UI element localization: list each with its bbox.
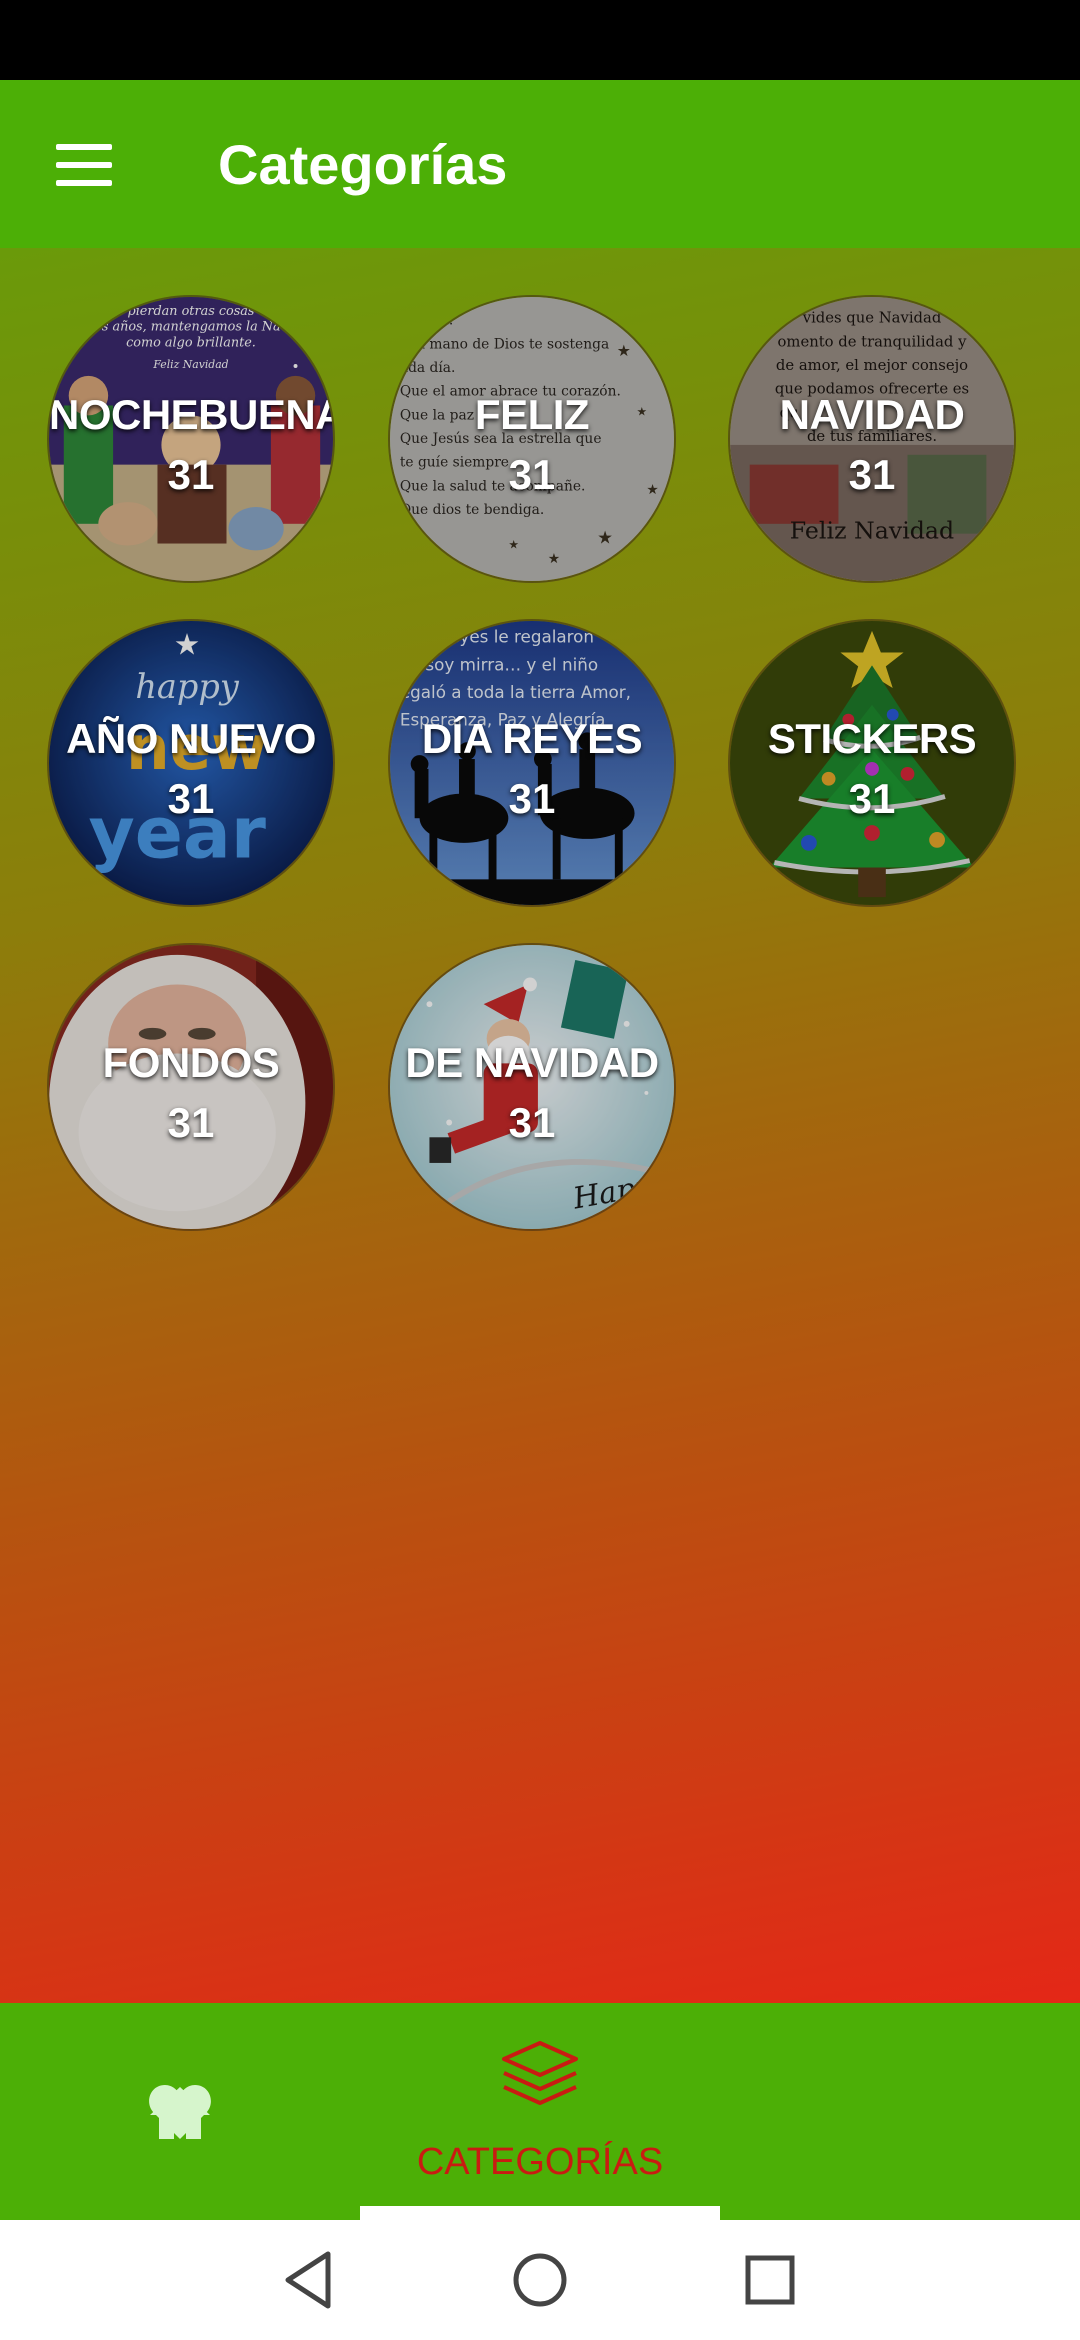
category-nochebuena[interactable]: pierdan otras cosas os años, mantengamos…	[47, 295, 335, 583]
category-stickers[interactable]: STICKERS 31	[728, 619, 1016, 907]
category-label: NOCHEBUENA	[49, 391, 335, 438]
back-icon[interactable]	[270, 2240, 350, 2320]
home-circle-icon[interactable]	[500, 2240, 580, 2320]
categories-grid: pierdan otras cosas os años, mantengamos…	[0, 248, 1080, 2003]
category-feliz[interactable]: ra ti: e la mano de Dios te sostenga ada…	[388, 295, 676, 583]
recent-apps-icon[interactable]	[730, 2240, 810, 2320]
category-fondos[interactable]: FONDOS 31	[47, 943, 335, 1231]
status-bar	[0, 0, 1080, 80]
category-count: 31	[848, 451, 896, 498]
category-count: 31	[508, 775, 556, 822]
category-label: NAVIDAD	[779, 391, 965, 438]
category-count: 31	[848, 775, 896, 822]
category-de-navidad[interactable]: Happy DE NAVIDAD 31	[388, 943, 676, 1231]
heart-icon	[149, 2085, 211, 2139]
layers-icon	[502, 2041, 578, 2105]
category-label: DÍA REYES	[421, 715, 643, 762]
category-label: FONDOS	[102, 1039, 280, 1086]
hamburger-menu-icon[interactable]	[40, 130, 130, 200]
nav-categorias-label: CATEGORÍAS	[416, 2141, 664, 2183]
category-count: 31	[167, 775, 215, 822]
app-bar: Categorías	[0, 80, 1080, 248]
category-label: DE NAVIDAD	[405, 1039, 659, 1086]
category-count: 31	[508, 451, 556, 498]
bottom-navigation: CATEGORÍAS	[0, 2003, 1080, 2220]
category-label: AÑO NUEVO	[66, 715, 316, 762]
category-ano-nuevo[interactable]: ★ happy new year AÑO NUEVO 31	[47, 619, 335, 907]
category-count: 31	[508, 1099, 556, 1146]
nav-categorias[interactable]: CATEGORÍAS	[360, 2003, 720, 2220]
category-label: FELIZ	[474, 391, 590, 438]
category-label: STICKERS	[767, 715, 977, 762]
page-title: Categorías	[218, 133, 508, 196]
nav-favorites[interactable]	[149, 2003, 1080, 2220]
active-tab-indicator	[360, 2206, 720, 2220]
system-navigation-bar	[0, 2220, 1080, 2340]
category-dia-reyes[interactable]: eyes le regalaron iensoy mirra… y el niñ…	[388, 619, 676, 907]
category-count: 31	[167, 1099, 215, 1146]
category-navidad[interactable]: vides que Navidad omento de tranquilidad…	[728, 295, 1016, 583]
category-count: 31	[167, 451, 215, 498]
